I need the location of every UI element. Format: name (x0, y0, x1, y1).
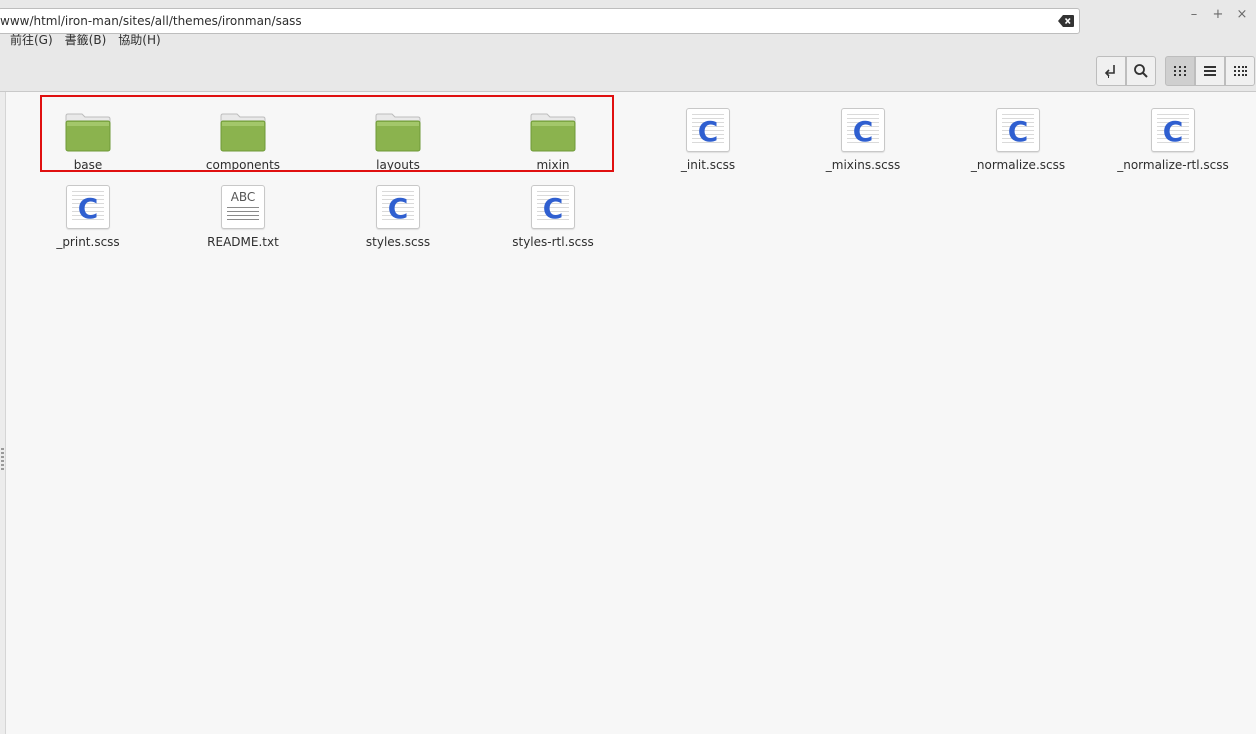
file-name: components (205, 158, 281, 172)
search-icon (1134, 64, 1148, 78)
folder-item-components[interactable]: components (178, 104, 308, 176)
text-file-icon: ABC (221, 185, 265, 229)
folder-icon (530, 113, 576, 152)
file-name: README.txt (207, 235, 279, 249)
scss-file-icon: C (996, 108, 1040, 152)
minimize-button[interactable]: – (1184, 4, 1204, 24)
file-item-styles-scss[interactable]: C styles.scss (333, 181, 463, 253)
file-name: _init.scss (680, 158, 736, 172)
folder-icon (65, 113, 111, 152)
file-name: _normalize-rtl.scss (1117, 158, 1229, 172)
file-name: _normalize.scss (970, 158, 1066, 172)
file-name: _print.scss (56, 235, 120, 249)
file-name: layouts (376, 158, 420, 172)
file-name: styles.scss (365, 235, 431, 249)
location-toggle-icon (1104, 65, 1115, 78)
grid-view-icon (1174, 66, 1186, 76)
file-item-readme-txt[interactable]: ABC README.txt (178, 181, 308, 253)
scss-file-icon: C (841, 108, 885, 152)
folder-icon (375, 113, 421, 152)
compact-view-icon (1234, 66, 1247, 76)
file-item-init-scss[interactable]: C _init.scss (643, 104, 773, 176)
pane-resize-handle[interactable] (1, 448, 4, 472)
file-name: _mixins.scss (825, 158, 901, 172)
file-name: styles-rtl.scss (512, 235, 594, 249)
scss-file-icon: C (686, 108, 730, 152)
location-input[interactable]: www/html/iron-man/sites/all/themes/ironm… (0, 14, 1053, 28)
list-view-icon (1204, 66, 1216, 76)
compact-view-button[interactable] (1225, 56, 1255, 86)
toolbar (0, 50, 1256, 92)
file-item-print-scss[interactable]: C _print.scss (23, 181, 153, 253)
folder-icon (220, 113, 266, 152)
icon-view-button[interactable] (1165, 56, 1195, 86)
search-button[interactable] (1126, 56, 1156, 86)
toggle-location-button[interactable] (1096, 56, 1126, 86)
folder-item-mixin[interactable]: mixin (488, 104, 618, 176)
clear-location-button[interactable] (1053, 10, 1079, 32)
scss-file-icon: C (1151, 108, 1195, 152)
folder-item-layouts[interactable]: layouts (333, 104, 463, 176)
maximize-button[interactable]: + (1208, 4, 1228, 24)
scss-file-icon: C (376, 185, 420, 229)
file-item-mixins-scss[interactable]: C _mixins.scss (798, 104, 928, 176)
file-name: base (73, 158, 103, 172)
file-item-styles-rtl-scss[interactable]: C styles-rtl.scss (488, 181, 618, 253)
backspace-clear-icon (1058, 15, 1074, 27)
close-button[interactable]: × (1232, 4, 1252, 24)
folder-item-base[interactable]: base (23, 104, 153, 176)
file-name: mixin (536, 158, 570, 172)
file-item-normalize-scss[interactable]: C _normalize.scss (953, 104, 1083, 176)
location-bar[interactable]: www/html/iron-man/sites/all/themes/ironm… (0, 8, 1080, 34)
file-item-normalize-rtl-scss[interactable]: C _normalize-rtl.scss (1108, 104, 1238, 176)
scss-file-icon: C (531, 185, 575, 229)
window-controls: – + × (1184, 4, 1252, 24)
list-view-button[interactable] (1195, 56, 1225, 86)
scss-file-icon: C (66, 185, 110, 229)
